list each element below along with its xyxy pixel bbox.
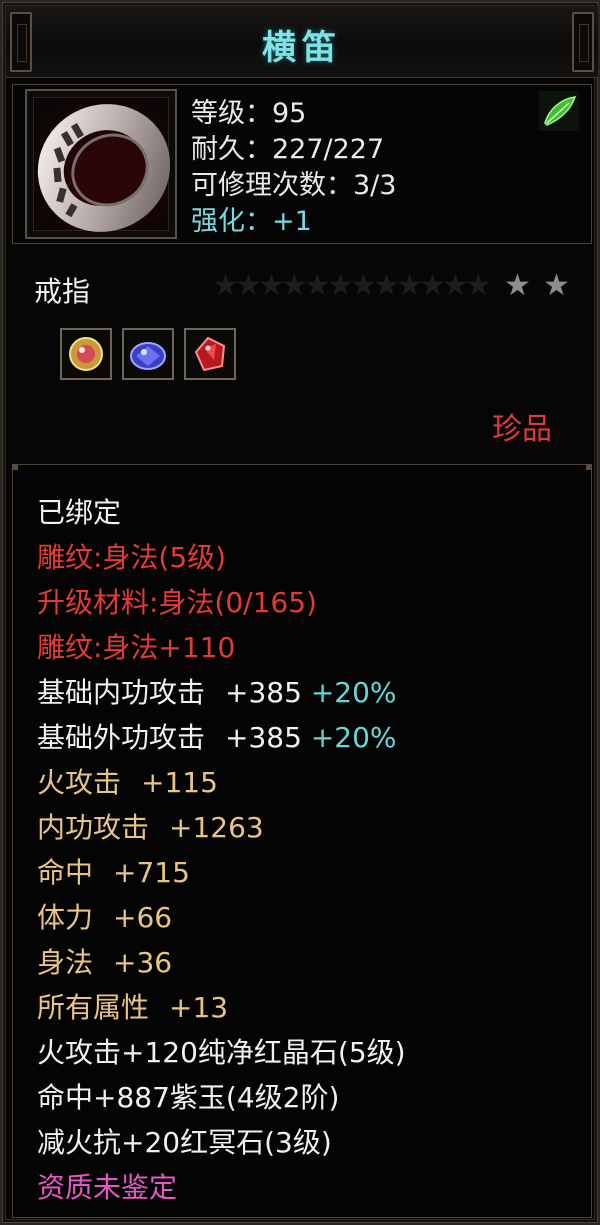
- agility-line: 身法 +36: [37, 945, 172, 981]
- bound-status: 已绑定: [37, 496, 122, 529]
- item-type-label: 戒指: [34, 275, 91, 308]
- stat-label: 体力: [37, 901, 94, 934]
- stamina-line: 体力 +66: [37, 900, 172, 936]
- star-filled-icon: ★: [504, 268, 531, 303]
- all-attributes-line: 所有属性 +13: [37, 990, 228, 1026]
- stat-percent: +20%: [310, 721, 397, 754]
- fire-attack-line: 火攻击 +115: [37, 765, 218, 801]
- stat-label: 所有属性: [37, 991, 150, 1024]
- stat-value: +13: [169, 991, 229, 1024]
- upgrade-material-line: 升级材料:身法(0/165): [37, 586, 317, 619]
- gem-hit-line: 命中+887紫玉(4级2阶): [37, 1081, 340, 1114]
- inner-attack-line: 基础内功攻击 +385 +20%: [37, 675, 397, 711]
- item-header-panel: 等级：95 耐久：227/227 可修理次数：3/3 强化：+1: [12, 84, 592, 244]
- aptitude-line: 资质未鉴定: [37, 1171, 178, 1204]
- star-rating: ★ ★ ★ ★ ★ ★ ★ ★ ★ ★ ★ ★ ★ ★: [212, 268, 570, 304]
- engrave-bonus-line: 雕纹:身法+110: [37, 631, 236, 664]
- ring-icon: [33, 97, 171, 232]
- star-filled-icon: ★: [543, 268, 570, 303]
- tooltip-frame: 横笛 等级：95 耐久：227/227 可修理次数：3/3 强化：+1 戒指 ★…: [0, 0, 600, 1225]
- outer-attack-line: 基础外功攻击 +385 +20%: [37, 720, 397, 756]
- rarity-label: 珍品: [492, 412, 552, 447]
- stat-value: +1263: [169, 811, 264, 844]
- stat-label: 火攻击: [37, 766, 122, 799]
- gem-fire-line: 火攻击+120纯净红晶石(5级): [37, 1036, 406, 1069]
- item-details-panel: 已绑定 雕纹:身法(5级) 升级材料:身法(0/165) 雕纹:身法+110 基…: [12, 464, 592, 1218]
- stat-value: +385: [225, 721, 302, 754]
- stat-value: +36: [113, 946, 173, 979]
- gem-resist-line: 减火抗+20红冥石(3级): [37, 1126, 332, 1159]
- stat-label: 身法: [37, 946, 94, 979]
- stat-label: 命中: [37, 856, 94, 889]
- stat-value: +385: [225, 676, 302, 709]
- durability-text: 耐久：227/227: [191, 134, 385, 165]
- leaf-icon: [539, 91, 579, 131]
- stat-label: 基础外功攻击: [37, 721, 206, 754]
- engrave-line: 雕纹:身法(5级): [37, 541, 227, 574]
- level-text: 等级：95: [191, 98, 307, 129]
- stat-percent: +20%: [310, 676, 397, 709]
- stat-value: +715: [113, 856, 190, 889]
- stat-value: +115: [141, 766, 218, 799]
- red-gem-icon: [184, 328, 236, 380]
- item-title: 横笛: [262, 28, 342, 68]
- yellow-gem-icon: [60, 328, 112, 380]
- repair-count-text: 可修理次数：3/3: [191, 170, 397, 201]
- panel-corner: [12, 464, 18, 470]
- stat-label: 内功攻击: [37, 811, 150, 844]
- enhance-text: 强化：+1: [191, 206, 312, 237]
- title-bar: 横笛: [6, 6, 598, 78]
- panel-corner: [586, 464, 592, 470]
- blue-gem-icon: [122, 328, 174, 380]
- item-icon-frame: [25, 89, 177, 239]
- star-empty-icon: ★: [465, 268, 492, 303]
- hit-line: 命中 +715: [37, 855, 190, 891]
- inner-power-line: 内功攻击 +1263: [37, 810, 264, 846]
- stat-label: 基础内功攻击: [37, 676, 206, 709]
- stat-value: +66: [113, 901, 173, 934]
